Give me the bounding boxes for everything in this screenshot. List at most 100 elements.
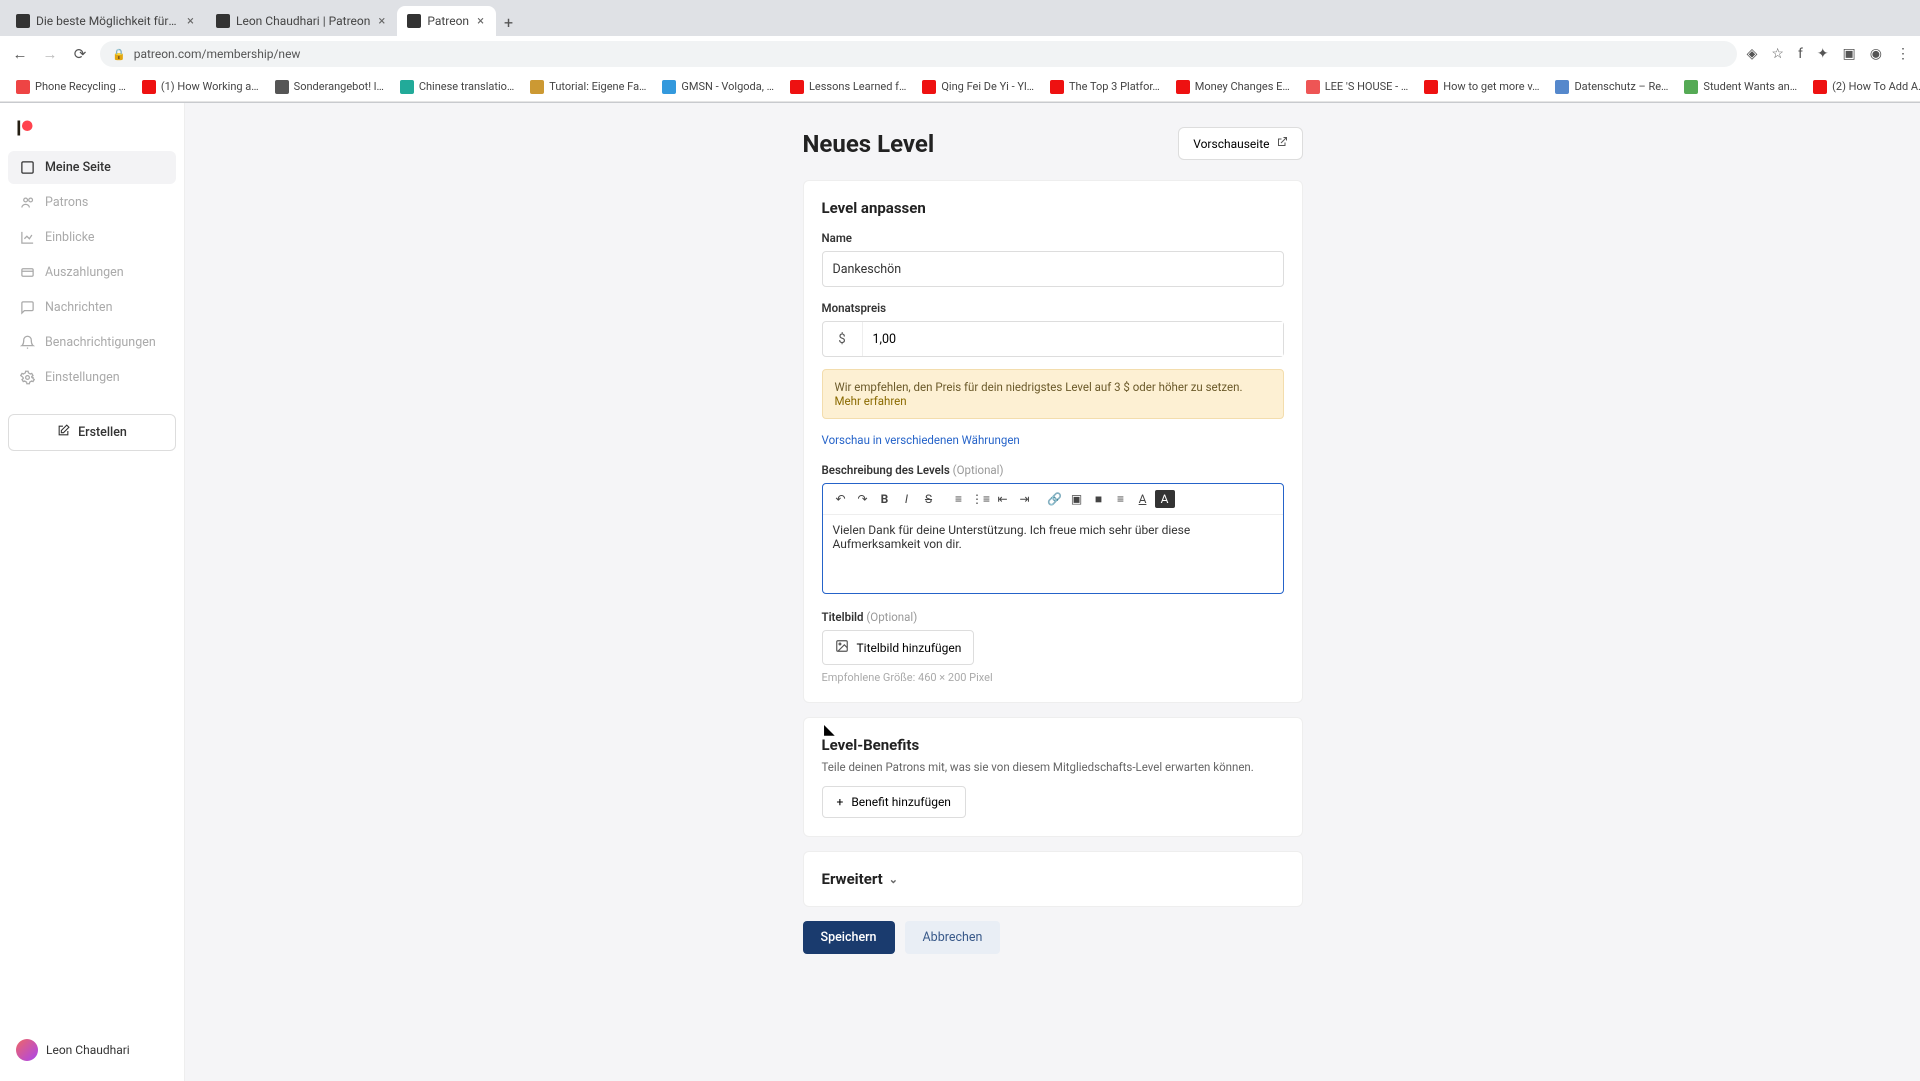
add-benefit-button[interactable]: + Benefit hinzufügen xyxy=(822,786,966,818)
sidebar-item-label: Patrons xyxy=(45,195,88,210)
bookmark-item[interactable]: LEE 'S HOUSE - … xyxy=(1300,77,1415,97)
back-button[interactable]: ← xyxy=(10,45,30,63)
forward-button[interactable]: → xyxy=(40,45,60,63)
bookmark-favicon-icon xyxy=(662,80,676,94)
sidebar-item-nachrichten[interactable]: Nachrichten xyxy=(8,291,176,324)
bookmark-item[interactable]: Sonderangebot! l… xyxy=(269,77,390,97)
bold-icon[interactable]: B xyxy=(875,490,895,508)
browser-tab-active[interactable]: Patreon × xyxy=(397,6,496,36)
bookmark-item[interactable]: Qing Fei De Yi - Yl… xyxy=(916,77,1040,97)
browser-tab[interactable]: Die beste Möglichkeit für Kün… × xyxy=(6,6,206,36)
italic-icon[interactable]: I xyxy=(897,490,917,508)
bookmark-label: Lessons Learned f… xyxy=(809,80,906,93)
advanced-toggle[interactable]: Erweitert ⌄ xyxy=(822,870,1284,888)
install-icon[interactable]: ◈ xyxy=(1747,46,1758,62)
add-image-label: Titelbild hinzufügen xyxy=(857,641,962,655)
sidebar-item-einblicke[interactable]: Einblicke xyxy=(8,221,176,254)
bookmark-favicon-icon xyxy=(142,80,156,94)
add-image-button[interactable]: Titelbild hinzufügen xyxy=(822,630,975,665)
tab-strip: Die beste Möglichkeit für Kün… × Leon Ch… xyxy=(0,0,1920,36)
bookmark-favicon-icon xyxy=(16,80,30,94)
name-input[interactable] xyxy=(822,251,1284,287)
bookmark-item[interactable]: Chinese translatio… xyxy=(394,77,520,97)
customize-card: Level anpassen Name Monatspreis $ Wir em… xyxy=(803,180,1303,703)
bookmark-favicon-icon xyxy=(275,80,289,94)
sidebar-item-auszahlungen[interactable]: Auszahlungen xyxy=(8,256,176,289)
user-menu[interactable]: Leon Chaudhari xyxy=(8,1031,176,1069)
preview-button[interactable]: Vorschauseite xyxy=(1178,127,1302,160)
sidebar-item-label: Meine Seite xyxy=(45,160,111,175)
redo-icon[interactable]: ↷ xyxy=(853,490,873,508)
description-textarea[interactable]: Vielen Dank für deine Unterstützung. Ich… xyxy=(823,515,1283,593)
warning-link[interactable]: Mehr erfahren xyxy=(835,394,907,408)
bookmark-item[interactable]: Student Wants an… xyxy=(1678,77,1803,97)
link-icon[interactable]: 🔗 xyxy=(1045,490,1065,508)
bookmark-item[interactable]: Lessons Learned f… xyxy=(784,77,912,97)
bookmark-label: Sonderangebot! l… xyxy=(294,80,384,93)
image-icon[interactable]: ▣ xyxy=(1067,490,1087,508)
bookmark-item[interactable]: Money Changes E… xyxy=(1170,77,1296,97)
bookmark-favicon-icon xyxy=(1813,80,1827,94)
facebook-ext-icon[interactable]: f xyxy=(1798,46,1803,62)
cancel-button[interactable]: Abbrechen xyxy=(905,921,1001,954)
new-tab-button[interactable]: + xyxy=(496,9,521,36)
sidebar-item-einstellungen[interactable]: Einstellungen xyxy=(8,361,176,394)
video-icon[interactable]: ■ xyxy=(1089,490,1109,508)
desc-label: Beschreibung des Levels (Optional) xyxy=(822,463,1284,477)
puzzle-ext-icon[interactable]: ✦ xyxy=(1817,46,1829,62)
bookmark-label: GMSN - Volgoda, … xyxy=(681,80,774,93)
bookmark-item[interactable]: (2) How To Add A… xyxy=(1807,77,1920,97)
sidebar-icon xyxy=(20,300,35,315)
bullet-list-icon[interactable]: ≡ xyxy=(949,490,969,508)
url-bar[interactable]: 🔒 patreon.com/membership/new xyxy=(100,41,1737,67)
optional-hint: (Optional) xyxy=(866,610,917,624)
bookmark-label: Datenschutz – Re… xyxy=(1574,80,1668,93)
align-icon[interactable]: ≡ xyxy=(1111,490,1131,508)
rte-toolbar: ↶ ↷ B I S ≡ ⋮≡ ⇤ ⇥ 🔗 ▣ ■ ≡ xyxy=(823,484,1283,515)
currency-prefix: $ xyxy=(823,322,863,356)
sidebar: Meine Seite Patrons EinblickeAuszahlungenN… xyxy=(0,103,185,1081)
favicon-icon xyxy=(16,14,30,28)
bookmark-item[interactable]: How to get more v… xyxy=(1418,77,1545,97)
close-icon[interactable]: × xyxy=(376,14,387,29)
text-color-icon[interactable]: A xyxy=(1133,490,1153,508)
strike-icon[interactable]: S xyxy=(919,490,939,508)
sidebar-item-benachrichtigungen[interactable]: Benachrichtigungen xyxy=(8,326,176,359)
star-icon[interactable]: ☆ xyxy=(1771,46,1784,62)
currency-preview-link[interactable]: Vorschau in verschiedenen Währungen xyxy=(822,433,1020,447)
sidebar-item-patrons[interactable]: Patrons xyxy=(8,186,176,219)
sidebar-item-meine-seite[interactable]: Meine Seite xyxy=(8,151,176,184)
create-button[interactable]: Erstellen xyxy=(8,414,176,451)
advanced-card: Erweitert ⌄ xyxy=(803,851,1303,907)
bookmark-item[interactable]: GMSN - Volgoda, … xyxy=(656,77,780,97)
profile-icon[interactable]: ◉ xyxy=(1870,46,1882,62)
patreon-logo-icon[interactable] xyxy=(16,119,34,137)
number-list-icon[interactable]: ⋮≡ xyxy=(971,490,991,508)
bookmark-item[interactable]: Datenschutz – Re… xyxy=(1549,77,1674,97)
browser-tab[interactable]: Leon Chaudhari | Patreon × xyxy=(206,6,397,36)
bookmark-item[interactable]: The Top 3 Platfor… xyxy=(1044,77,1166,97)
price-input[interactable] xyxy=(863,322,1283,356)
price-warning: Wir empfehlen, den Preis für dein niedri… xyxy=(822,369,1284,419)
bookmark-favicon-icon xyxy=(1176,80,1190,94)
user-name: Leon Chaudhari xyxy=(46,1043,130,1057)
video-ext-icon[interactable]: ▣ xyxy=(1843,46,1856,62)
reload-button[interactable]: ⟳ xyxy=(70,45,90,63)
undo-icon[interactable]: ↶ xyxy=(831,490,851,508)
save-button[interactable]: Speichern xyxy=(803,921,895,954)
bg-color-icon[interactable]: A xyxy=(1155,490,1175,508)
bookmark-label: Phone Recycling … xyxy=(35,80,126,93)
close-icon[interactable]: × xyxy=(185,14,196,29)
bookmark-favicon-icon xyxy=(400,80,414,94)
bookmark-item[interactable]: Tutorial: Eigene Fa… xyxy=(524,77,652,97)
bookmark-item[interactable]: Phone Recycling … xyxy=(10,77,132,97)
indent-icon[interactable]: ⇥ xyxy=(1015,490,1035,508)
close-icon[interactable]: × xyxy=(475,14,486,29)
outdent-icon[interactable]: ⇤ xyxy=(993,490,1013,508)
add-benefit-label: Benefit hinzufügen xyxy=(851,795,951,809)
bookmark-favicon-icon xyxy=(1306,80,1320,94)
bookmark-item[interactable]: (1) How Working a… xyxy=(136,77,265,97)
bookmark-label: Money Changes E… xyxy=(1195,80,1290,93)
sidebar-icon xyxy=(20,160,35,175)
menu-icon[interactable]: ⋮ xyxy=(1896,46,1910,62)
